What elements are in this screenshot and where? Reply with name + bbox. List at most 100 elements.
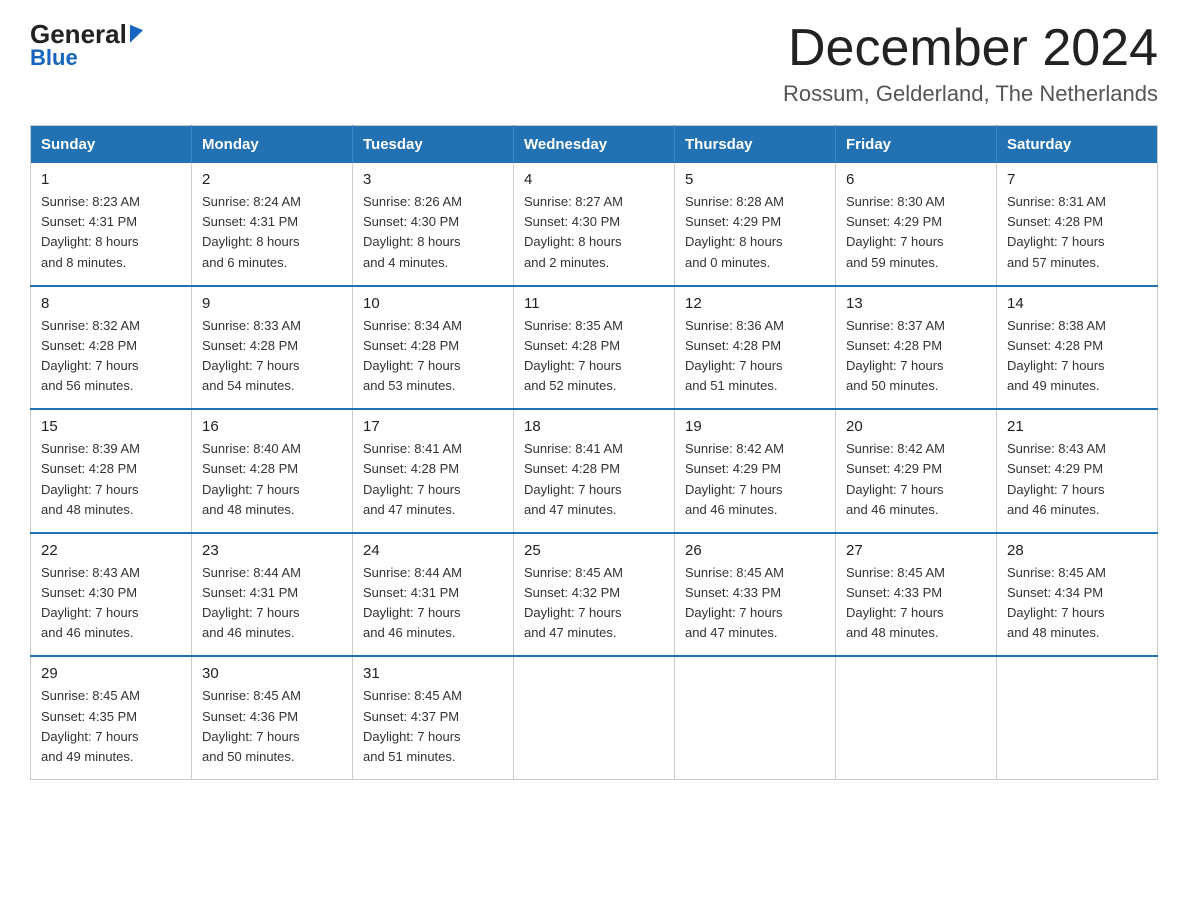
sunset-info: Sunset: 4:28 PM xyxy=(41,336,181,356)
day-info: Sunrise: 8:36 AM Sunset: 4:28 PM Dayligh… xyxy=(685,316,825,397)
day-number: 9 xyxy=(202,295,342,312)
daylight-label: Daylight: 7 hours xyxy=(363,603,503,623)
daylight-value: and 46 minutes. xyxy=(41,623,181,643)
day-number: 12 xyxy=(685,295,825,312)
sunset-info: Sunset: 4:29 PM xyxy=(685,459,825,479)
sunrise-info: Sunrise: 8:44 AM xyxy=(363,563,503,583)
day-number: 30 xyxy=(202,665,342,682)
day-number: 22 xyxy=(41,542,181,559)
sunrise-info: Sunrise: 8:45 AM xyxy=(363,686,503,706)
day-info: Sunrise: 8:45 AM Sunset: 4:33 PM Dayligh… xyxy=(685,563,825,644)
daylight-value: and 48 minutes. xyxy=(202,500,342,520)
day-number: 6 xyxy=(846,171,986,188)
daylight-label: Daylight: 7 hours xyxy=(846,356,986,376)
day-info: Sunrise: 8:34 AM Sunset: 4:28 PM Dayligh… xyxy=(363,316,503,397)
col-header-thursday: Thursday xyxy=(675,126,836,164)
day-info: Sunrise: 8:40 AM Sunset: 4:28 PM Dayligh… xyxy=(202,439,342,520)
sunset-info: Sunset: 4:28 PM xyxy=(524,336,664,356)
sunrise-info: Sunrise: 8:45 AM xyxy=(524,563,664,583)
calendar-cell: 10 Sunrise: 8:34 AM Sunset: 4:28 PM Dayl… xyxy=(353,286,514,410)
daylight-value: and 6 minutes. xyxy=(202,253,342,273)
calendar-cell: 18 Sunrise: 8:41 AM Sunset: 4:28 PM Dayl… xyxy=(514,409,675,533)
daylight-label: Daylight: 8 hours xyxy=(685,232,825,252)
day-info: Sunrise: 8:30 AM Sunset: 4:29 PM Dayligh… xyxy=(846,192,986,273)
sunrise-info: Sunrise: 8:41 AM xyxy=(524,439,664,459)
calendar-cell: 13 Sunrise: 8:37 AM Sunset: 4:28 PM Dayl… xyxy=(836,286,997,410)
day-info: Sunrise: 8:26 AM Sunset: 4:30 PM Dayligh… xyxy=(363,192,503,273)
sunset-info: Sunset: 4:28 PM xyxy=(41,459,181,479)
day-number: 18 xyxy=(524,418,664,435)
calendar-cell: 22 Sunrise: 8:43 AM Sunset: 4:30 PM Dayl… xyxy=(31,533,192,657)
col-header-monday: Monday xyxy=(192,126,353,164)
daylight-label: Daylight: 7 hours xyxy=(202,356,342,376)
calendar-cell: 14 Sunrise: 8:38 AM Sunset: 4:28 PM Dayl… xyxy=(997,286,1158,410)
sunset-info: Sunset: 4:28 PM xyxy=(685,336,825,356)
calendar-cell: 26 Sunrise: 8:45 AM Sunset: 4:33 PM Dayl… xyxy=(675,533,836,657)
sunset-info: Sunset: 4:29 PM xyxy=(1007,459,1147,479)
daylight-label: Daylight: 7 hours xyxy=(846,232,986,252)
sunset-info: Sunset: 4:32 PM xyxy=(524,583,664,603)
calendar-cell xyxy=(836,656,997,779)
day-info: Sunrise: 8:43 AM Sunset: 4:29 PM Dayligh… xyxy=(1007,439,1147,520)
calendar-week-4: 22 Sunrise: 8:43 AM Sunset: 4:30 PM Dayl… xyxy=(31,533,1158,657)
sunrise-info: Sunrise: 8:23 AM xyxy=(41,192,181,212)
sunrise-info: Sunrise: 8:30 AM xyxy=(846,192,986,212)
sunrise-info: Sunrise: 8:27 AM xyxy=(524,192,664,212)
sunset-info: Sunset: 4:29 PM xyxy=(685,212,825,232)
calendar-cell: 31 Sunrise: 8:45 AM Sunset: 4:37 PM Dayl… xyxy=(353,656,514,779)
daylight-label: Daylight: 8 hours xyxy=(524,232,664,252)
col-header-tuesday: Tuesday xyxy=(353,126,514,164)
sunrise-info: Sunrise: 8:40 AM xyxy=(202,439,342,459)
calendar-cell: 28 Sunrise: 8:45 AM Sunset: 4:34 PM Dayl… xyxy=(997,533,1158,657)
day-number: 29 xyxy=(41,665,181,682)
day-info: Sunrise: 8:37 AM Sunset: 4:28 PM Dayligh… xyxy=(846,316,986,397)
daylight-value: and 46 minutes. xyxy=(1007,500,1147,520)
day-info: Sunrise: 8:38 AM Sunset: 4:28 PM Dayligh… xyxy=(1007,316,1147,397)
sunset-info: Sunset: 4:30 PM xyxy=(363,212,503,232)
day-number: 23 xyxy=(202,542,342,559)
day-number: 13 xyxy=(846,295,986,312)
day-info: Sunrise: 8:28 AM Sunset: 4:29 PM Dayligh… xyxy=(685,192,825,273)
daylight-label: Daylight: 7 hours xyxy=(41,480,181,500)
calendar-table: SundayMondayTuesdayWednesdayThursdayFrid… xyxy=(30,125,1158,780)
sunset-info: Sunset: 4:35 PM xyxy=(41,707,181,727)
sunset-info: Sunset: 4:33 PM xyxy=(685,583,825,603)
daylight-value: and 57 minutes. xyxy=(1007,253,1147,273)
sunset-info: Sunset: 4:31 PM xyxy=(363,583,503,603)
daylight-value: and 48 minutes. xyxy=(1007,623,1147,643)
daylight-value: and 50 minutes. xyxy=(846,376,986,396)
calendar-cell: 19 Sunrise: 8:42 AM Sunset: 4:29 PM Dayl… xyxy=(675,409,836,533)
daylight-value: and 8 minutes. xyxy=(41,253,181,273)
day-number: 21 xyxy=(1007,418,1147,435)
day-info: Sunrise: 8:45 AM Sunset: 4:34 PM Dayligh… xyxy=(1007,563,1147,644)
sunrise-info: Sunrise: 8:45 AM xyxy=(202,686,342,706)
sunset-info: Sunset: 4:30 PM xyxy=(524,212,664,232)
sunset-info: Sunset: 4:28 PM xyxy=(202,459,342,479)
daylight-label: Daylight: 7 hours xyxy=(846,603,986,623)
day-number: 3 xyxy=(363,171,503,188)
daylight-label: Daylight: 8 hours xyxy=(41,232,181,252)
day-info: Sunrise: 8:45 AM Sunset: 4:35 PM Dayligh… xyxy=(41,686,181,767)
calendar-cell xyxy=(675,656,836,779)
sunrise-info: Sunrise: 8:45 AM xyxy=(1007,563,1147,583)
daylight-value: and 49 minutes. xyxy=(1007,376,1147,396)
calendar-week-5: 29 Sunrise: 8:45 AM Sunset: 4:35 PM Dayl… xyxy=(31,656,1158,779)
day-number: 10 xyxy=(363,295,503,312)
sunset-info: Sunset: 4:28 PM xyxy=(1007,212,1147,232)
sunrise-info: Sunrise: 8:35 AM xyxy=(524,316,664,336)
daylight-label: Daylight: 7 hours xyxy=(524,356,664,376)
calendar-cell: 4 Sunrise: 8:27 AM Sunset: 4:30 PM Dayli… xyxy=(514,163,675,286)
month-title: December 2024 xyxy=(783,20,1158,77)
calendar-cell: 27 Sunrise: 8:45 AM Sunset: 4:33 PM Dayl… xyxy=(836,533,997,657)
col-header-sunday: Sunday xyxy=(31,126,192,164)
daylight-label: Daylight: 7 hours xyxy=(524,480,664,500)
daylight-value: and 47 minutes. xyxy=(524,623,664,643)
calendar-cell: 21 Sunrise: 8:43 AM Sunset: 4:29 PM Dayl… xyxy=(997,409,1158,533)
daylight-label: Daylight: 7 hours xyxy=(685,603,825,623)
day-number: 28 xyxy=(1007,542,1147,559)
daylight-value: and 51 minutes. xyxy=(363,747,503,767)
day-info: Sunrise: 8:39 AM Sunset: 4:28 PM Dayligh… xyxy=(41,439,181,520)
day-number: 5 xyxy=(685,171,825,188)
calendar-cell: 16 Sunrise: 8:40 AM Sunset: 4:28 PM Dayl… xyxy=(192,409,353,533)
sunset-info: Sunset: 4:31 PM xyxy=(41,212,181,232)
